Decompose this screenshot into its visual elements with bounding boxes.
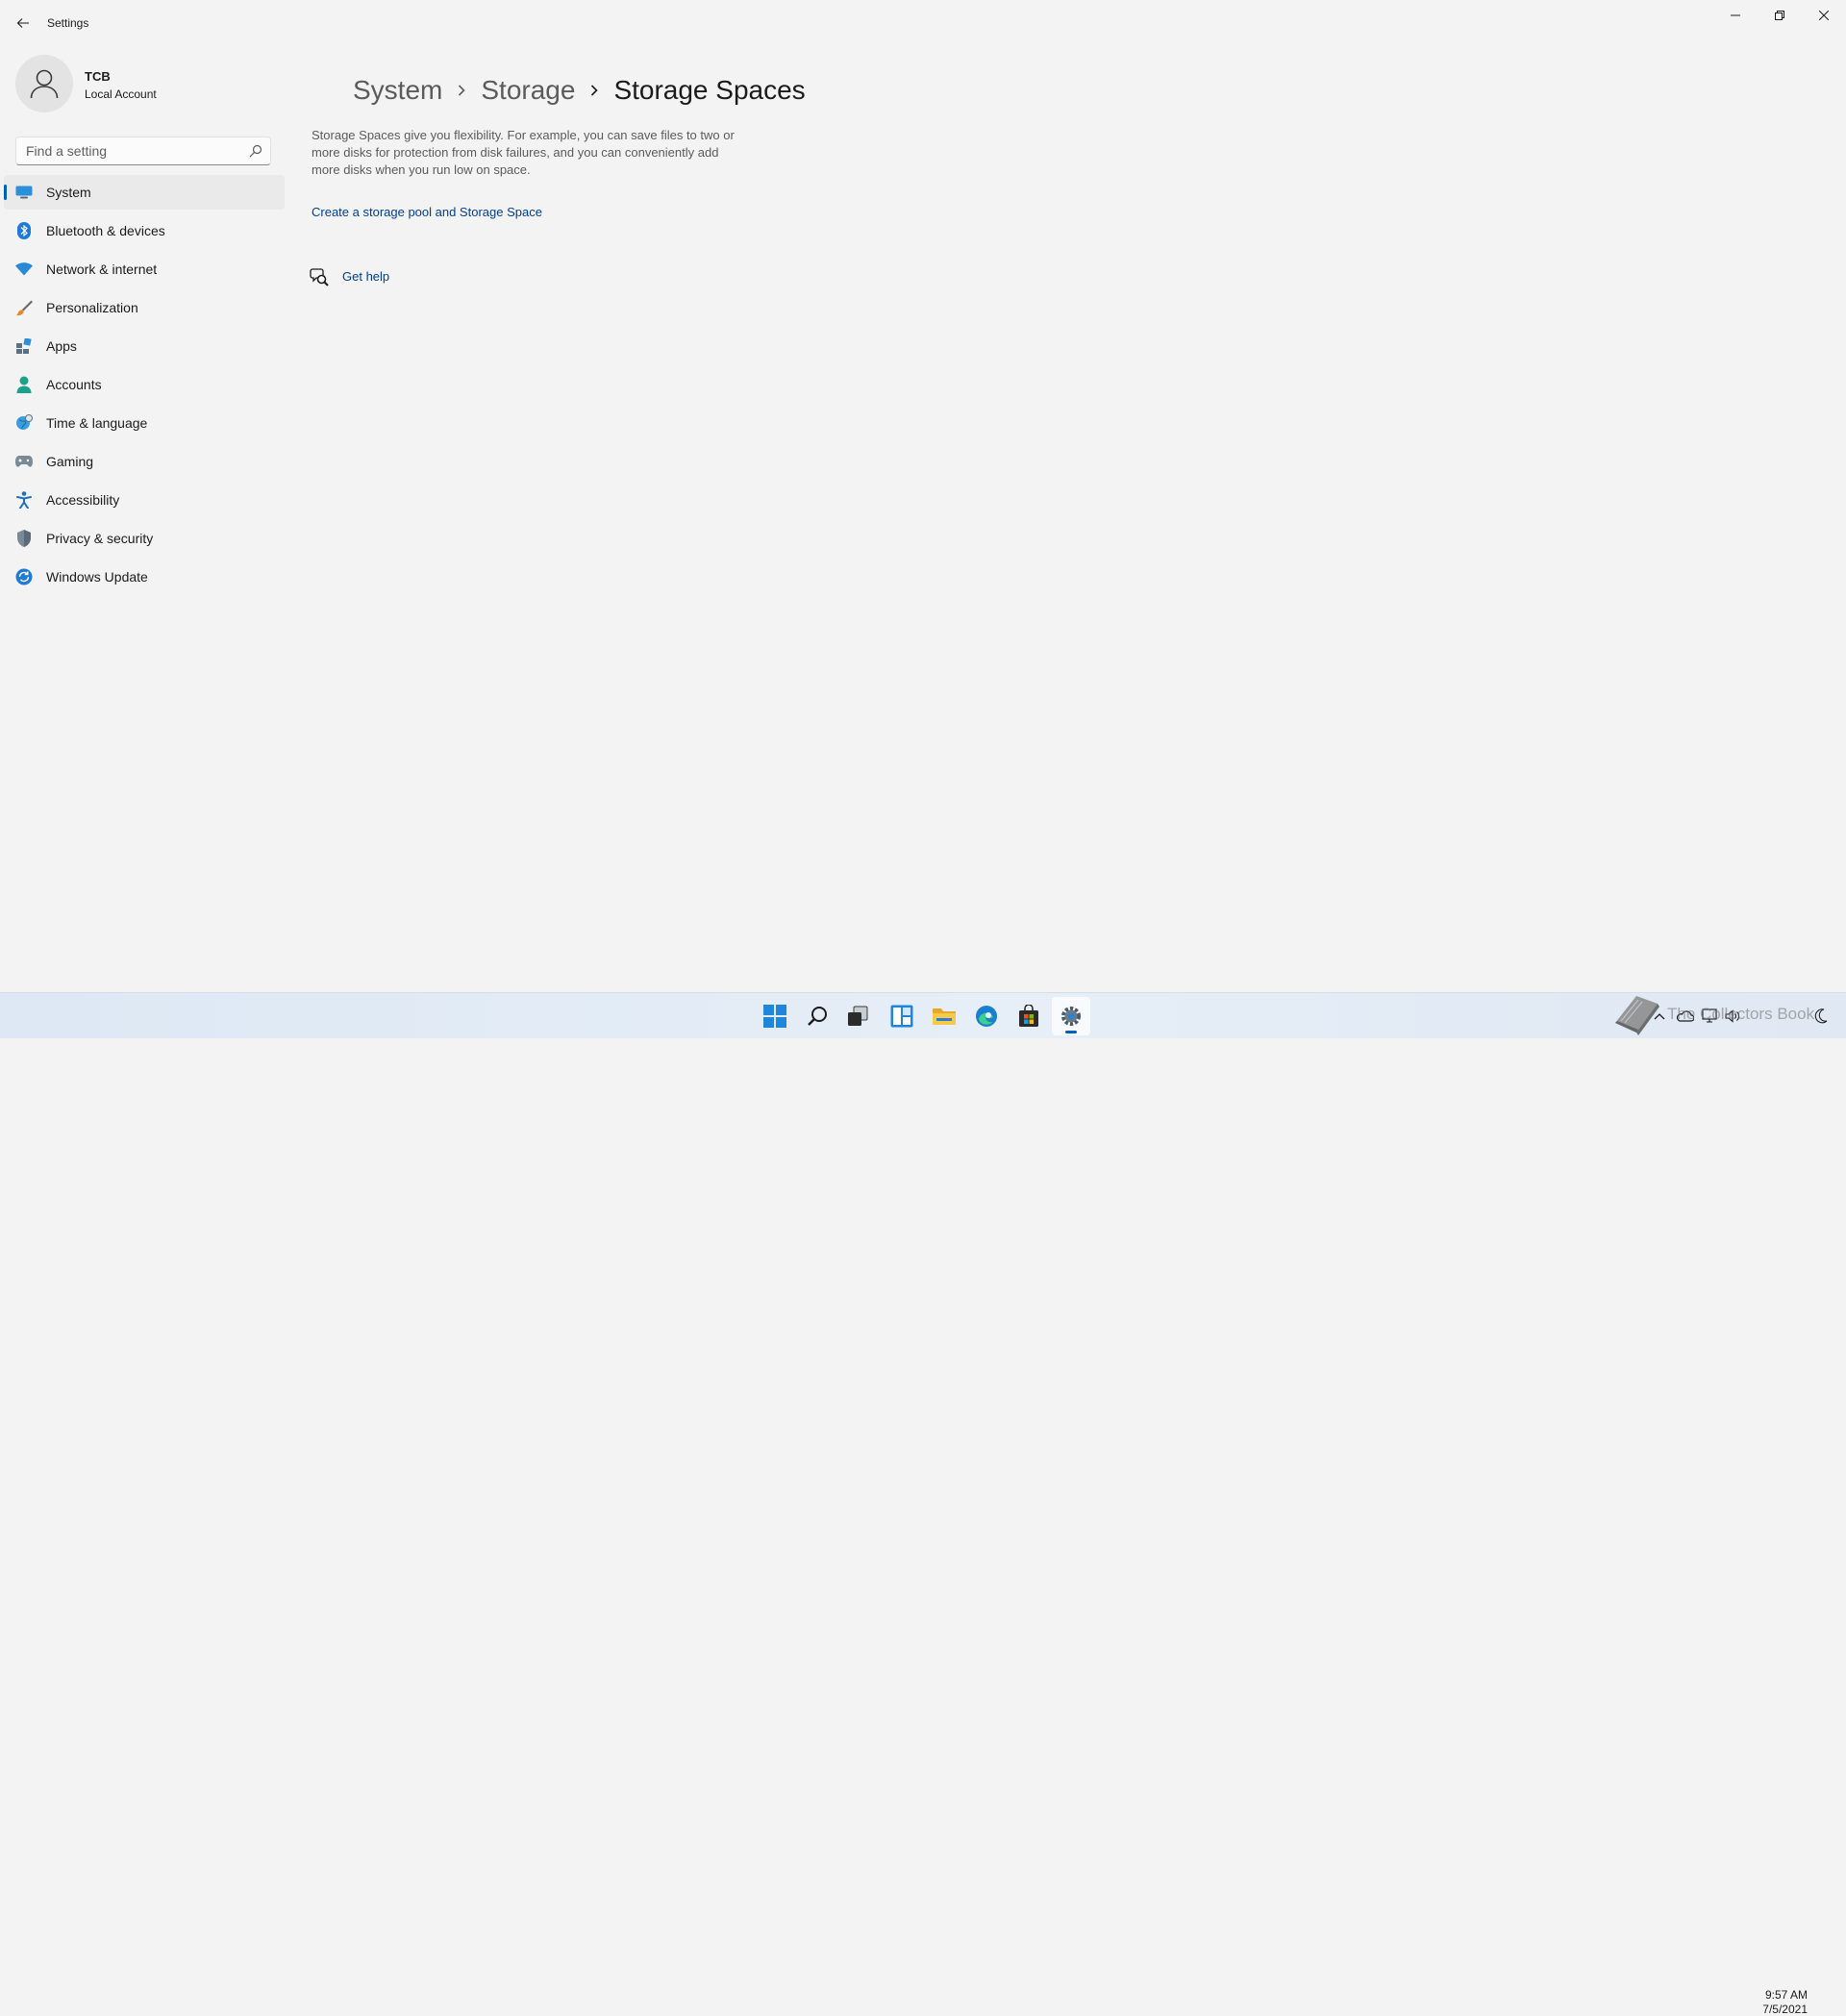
page-title: Storage Spaces <box>613 75 806 105</box>
sidebar-item-apps[interactable]: Apps <box>4 329 285 363</box>
restore-icon <box>1775 11 1784 20</box>
cloud-icon <box>1676 1010 1694 1022</box>
notifications-button[interactable] <box>1811 1007 1831 1026</box>
sidebar-item-label: System <box>46 185 91 200</box>
sidebar-item-label: Privacy & security <box>46 531 154 546</box>
settings-window: Settings TCB Local Account Find a settin… <box>0 0 1846 992</box>
search-icon <box>808 1007 827 1026</box>
store-button[interactable] <box>1010 997 1048 1035</box>
system-icon <box>15 184 33 201</box>
back-button[interactable] <box>10 12 37 35</box>
sidebar-item-label: Bluetooth & devices <box>46 223 165 238</box>
personalization-brush-icon <box>15 299 33 316</box>
sidebar-item-gaming[interactable]: Gaming <box>4 444 285 479</box>
sidebar-item-personalization[interactable]: Personalization <box>4 290 285 325</box>
shield-icon <box>15 530 33 547</box>
title-bar: Settings <box>0 0 1846 46</box>
volume-icon <box>1725 1009 1739 1023</box>
sidebar-item-accessibility[interactable]: Accessibility <box>4 483 285 517</box>
search-input[interactable] <box>16 137 247 164</box>
breadcrumb-system[interactable]: System <box>353 75 442 106</box>
search-icon[interactable] <box>249 144 262 158</box>
store-icon <box>1019 1005 1038 1027</box>
search-box <box>15 137 271 165</box>
sidebar-item-time-language[interactable]: Time & language <box>4 406 285 440</box>
sidebar-item-label: Gaming <box>46 454 94 469</box>
sidebar-item-windows-update[interactable]: Windows Update <box>4 560 285 594</box>
back-arrow-icon <box>16 18 29 28</box>
file-explorer-button[interactable] <box>925 997 963 1035</box>
bluetooth-icon <box>15 222 33 239</box>
sidebar-item-label: Accessibility <box>46 492 120 508</box>
time-language-icon <box>15 414 33 432</box>
edge-button[interactable] <box>967 997 1006 1035</box>
profile-account-type: Local Account <box>85 87 157 101</box>
user-icon <box>30 69 59 99</box>
chevron-up-icon <box>1654 1013 1665 1020</box>
sidebar-item-label: Network & internet <box>46 261 158 277</box>
windows-update-icon <box>15 568 33 585</box>
sidebar-item-accounts[interactable]: Accounts <box>4 367 285 402</box>
breadcrumb-storage[interactable]: Storage <box>481 75 575 106</box>
taskbar-search-button[interactable] <box>798 997 836 1035</box>
focus-moon-icon <box>1814 1008 1828 1024</box>
sidebar-item-label: Windows Update <box>46 569 148 585</box>
taskbar: 9:57 AM 7/5/2021 <box>0 992 1846 2016</box>
file-explorer-icon <box>933 1008 956 1025</box>
volume-tray-button[interactable] <box>1723 1007 1742 1026</box>
breadcrumb: System Storage Storage Spaces <box>353 75 806 106</box>
chevron-right-icon <box>575 84 613 97</box>
widgets-button[interactable] <box>883 997 921 1035</box>
profile-name: TCB <box>85 69 111 84</box>
active-app-indicator <box>1065 1031 1077 1033</box>
restore-button[interactable] <box>1758 0 1802 31</box>
network-tray-button[interactable] <box>1700 1007 1719 1026</box>
ethernet-icon <box>1702 1008 1717 1023</box>
accessibility-icon <box>15 491 33 509</box>
sidebar-item-privacy-security[interactable]: Privacy & security <box>4 521 285 556</box>
apps-icon <box>15 337 33 355</box>
get-help-icon <box>310 268 329 286</box>
sidebar-item-network-internet[interactable]: Network & internet <box>4 252 285 286</box>
clock-date[interactable]: 7/5/2021 <box>1750 2003 1808 2016</box>
create-storage-pool-link[interactable]: Create a storage pool and Storage Space <box>312 205 542 219</box>
start-icon <box>763 1005 786 1028</box>
task-view-button[interactable] <box>838 997 877 1035</box>
sidebar-item-label: Personalization <box>46 300 138 315</box>
edge-icon <box>976 1006 997 1027</box>
sidebar-item-label: Apps <box>46 338 77 354</box>
network-icon <box>15 261 33 278</box>
sidebar-nav: System Bluetooth & devices Network & int… <box>4 175 285 598</box>
gaming-controller-icon <box>15 453 33 470</box>
minimize-icon <box>1731 14 1740 16</box>
app-title: Settings <box>47 16 89 30</box>
get-help-link[interactable]: Get help <box>342 269 389 284</box>
start-button[interactable] <box>756 997 794 1035</box>
sidebar-item-label: Accounts <box>46 377 102 392</box>
clock-time[interactable]: 9:57 AM <box>1750 1988 1808 2002</box>
accounts-icon <box>15 376 33 393</box>
settings-icon <box>1061 1007 1081 1026</box>
sidebar-item-bluetooth-devices[interactable]: Bluetooth & devices <box>4 213 285 248</box>
avatar[interactable] <box>15 55 73 112</box>
onedrive-button[interactable] <box>1675 1007 1694 1026</box>
sidebar-item-system[interactable]: System <box>4 175 285 210</box>
task-view-icon <box>848 1006 868 1026</box>
close-button[interactable] <box>1802 0 1846 31</box>
settings-taskbar-button[interactable] <box>1052 997 1090 1035</box>
widgets-icon <box>890 1005 913 1028</box>
chevron-right-icon <box>442 84 481 97</box>
minimize-button[interactable] <box>1713 0 1758 31</box>
sidebar-item-label: Time & language <box>46 415 148 431</box>
page-description: Storage Spaces give you flexibility. For… <box>312 128 735 177</box>
close-icon <box>1819 11 1829 20</box>
show-hidden-icons-button[interactable] <box>1650 1007 1669 1026</box>
